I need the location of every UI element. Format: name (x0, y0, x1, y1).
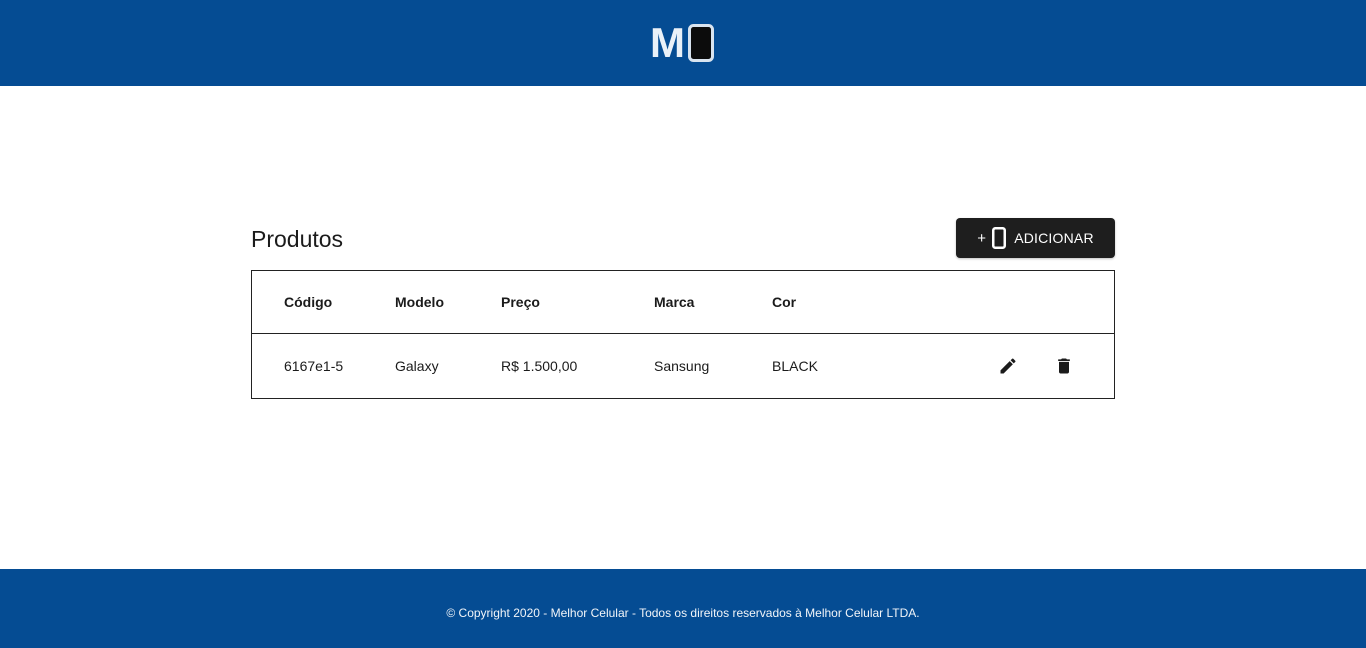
logo-text: M (650, 18, 685, 66)
app-header: M (0, 0, 1366, 86)
column-header-model: Modelo (395, 294, 444, 310)
edit-icon[interactable] (998, 356, 1018, 376)
products-section: Produtos + ADICIONAR Código Modelo Preço… (251, 218, 1115, 399)
copyright-text: © Copyright 2020 - Melhor Celular - Todo… (446, 606, 920, 620)
add-button-label: ADICIONAR (1014, 230, 1094, 246)
table-row: 6167e1-5 Galaxy R$ 1.500,00 Sansung BLAC… (252, 334, 1114, 398)
logo[interactable]: M (650, 18, 714, 66)
column-header-color: Cor (772, 294, 797, 310)
app-footer: © Copyright 2020 - Melhor Celular - Todo… (0, 569, 1366, 648)
row-actions (922, 356, 1114, 376)
cell-price: R$ 1.500,00 (501, 358, 578, 374)
smartphone-icon (688, 23, 714, 62)
plus-icon: + (977, 229, 987, 247)
products-table: Código Modelo Preço Marca Cor 6167e1-5 G… (251, 270, 1115, 399)
column-header-brand: Marca (654, 294, 695, 310)
smartphone-icon (992, 227, 1007, 249)
delete-icon[interactable] (1054, 356, 1074, 376)
page-title: Produtos (251, 225, 344, 252)
cell-model: Galaxy (395, 358, 439, 374)
add-product-button[interactable]: + ADICIONAR (956, 218, 1115, 258)
table-header-row: Código Modelo Preço Marca Cor (252, 271, 1114, 334)
title-row: Produtos + ADICIONAR (251, 218, 1115, 258)
cell-color: BLACK (772, 358, 818, 374)
column-header-code: Código (284, 294, 333, 310)
column-header-price: Preço (501, 294, 540, 310)
cell-code: 6167e1-5 (284, 358, 344, 374)
cell-brand: Sansung (654, 358, 710, 374)
